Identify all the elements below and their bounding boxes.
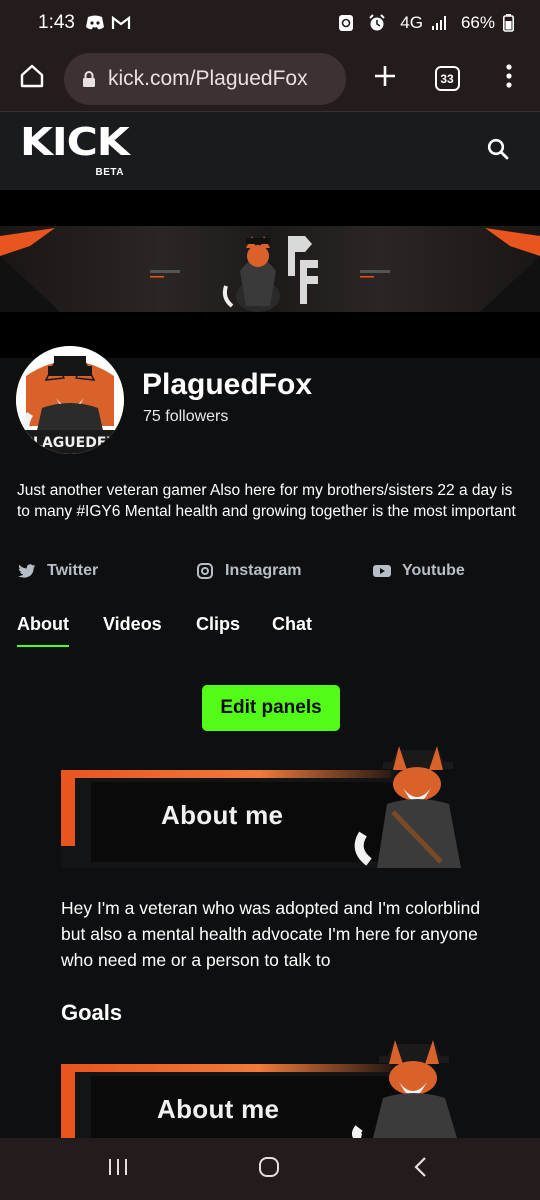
search-icon	[487, 138, 509, 165]
recent-apps-icon	[107, 1157, 129, 1182]
home-nav-button[interactable]	[229, 1138, 309, 1200]
sync-icon	[338, 14, 354, 32]
youtube-label: Youtube	[402, 562, 465, 579]
twitter-label: Twitter	[47, 562, 99, 579]
back-button[interactable]	[381, 1138, 461, 1200]
lock-icon	[82, 70, 96, 88]
browser-menu-button[interactable]	[478, 46, 540, 112]
browser-toolbar: kick.com/PlaguedFox 33	[0, 46, 540, 112]
goals-heading: Goals	[61, 1000, 123, 1025]
url-text: kick.com/PlaguedFox	[108, 66, 308, 90]
new-tab-button[interactable]	[354, 46, 416, 112]
edit-panels-button[interactable]: Edit panels	[202, 685, 340, 731]
social-links: Twitter Instagram Youtube	[17, 562, 537, 588]
social-link-instagram[interactable]: Instagram	[195, 562, 301, 580]
android-nav-bar	[0, 1138, 540, 1200]
kick-logo-text: KICK	[20, 120, 130, 164]
twitter-icon	[17, 563, 37, 579]
home-icon	[19, 63, 45, 94]
banner-artwork	[0, 226, 540, 312]
channel-bio: Just another veteran gamer Also here for…	[17, 482, 516, 520]
fox-mascot-icon	[354, 746, 461, 868]
follower-count: 75 followers	[143, 408, 229, 425]
about-me-panel-image: About me	[61, 742, 481, 870]
panel-title: About me	[161, 800, 284, 830]
svg-text:PLAGUEDFX: PLAGUEDFX	[23, 435, 118, 451]
channel-avatar[interactable]: PLAGUEDFX	[16, 346, 124, 454]
tab-about[interactable]: About	[17, 614, 69, 647]
social-link-youtube[interactable]: Youtube	[372, 562, 465, 580]
status-bar: 1:43 4G 66%	[0, 0, 540, 46]
back-icon	[413, 1156, 429, 1183]
tab-count: 33	[434, 66, 460, 91]
search-button[interactable]	[478, 131, 518, 171]
alarm-icon	[368, 14, 386, 32]
address-bar[interactable]: kick.com/PlaguedFox	[64, 52, 346, 105]
tab-videos[interactable]: Videos	[103, 614, 162, 635]
beta-badge: BETA	[95, 167, 124, 178]
channel-tabs: About Videos Clips Chat	[17, 614, 527, 650]
gmail-icon	[111, 15, 131, 31]
panel-title-2: About me	[157, 1094, 280, 1124]
channel-banner	[0, 190, 540, 358]
about-text: Hey I'm a veteran who was adopted and I'…	[61, 898, 481, 970]
network-label: 4G	[400, 13, 423, 32]
new-tab-icon	[373, 64, 397, 93]
tab-switcher-button[interactable]: 33	[416, 46, 478, 112]
instagram-icon	[195, 563, 215, 579]
social-link-twitter[interactable]: Twitter	[17, 562, 98, 580]
tab-clips[interactable]: Clips	[196, 614, 240, 635]
discord-icon	[85, 15, 105, 31]
status-time: 1:43	[38, 12, 75, 33]
home-button[interactable]	[0, 46, 64, 112]
site-header: KICK BETA	[0, 112, 540, 190]
battery-icon	[503, 14, 514, 32]
signal-icon	[431, 15, 447, 31]
menu-icon	[505, 63, 513, 94]
tab-chat[interactable]: Chat	[272, 614, 312, 635]
fox-mascot-icon	[351, 1040, 457, 1138]
youtube-icon	[372, 564, 392, 578]
instagram-label: Instagram	[225, 562, 302, 579]
battery-label: 66%	[460, 13, 495, 32]
home-circle-icon	[258, 1156, 280, 1183]
recent-apps-button[interactable]	[78, 1138, 158, 1200]
kick-logo[interactable]: KICK BETA	[20, 122, 130, 180]
channel-name: PlaguedFox	[142, 368, 313, 401]
